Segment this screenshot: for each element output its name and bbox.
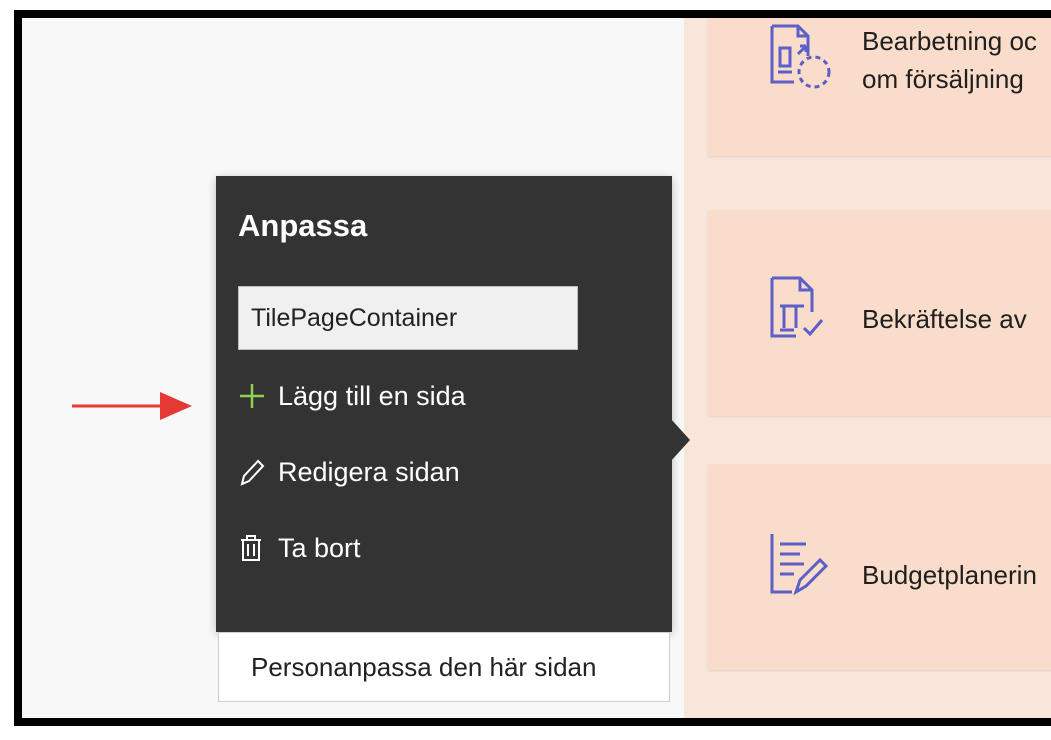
document-edit-icon [770,534,829,596]
delete-menu-item[interactable]: Ta bort [238,528,361,568]
edit-page-label: Redigera sidan [278,456,460,487]
add-page-menu-item[interactable]: Lägg till en sida [238,376,466,416]
red-arrow-annotation [72,392,192,420]
container-name-field: TilePageContainer [238,286,578,350]
document-sync-icon [770,24,831,89]
edit-page-menu-item[interactable]: Redigera sidan [238,452,460,492]
tile-sales-processing[interactable]: Bearbetning oc om försäljning [708,18,1051,156]
trash-icon [238,528,278,568]
screenshot-frame: Bearbetning oc om försäljning Bekräftels… [14,10,1051,726]
plus-icon [238,376,278,416]
tile-budget-planning[interactable]: Budgetplanerin [708,464,1051,670]
callout-title: Anpassa [238,208,368,243]
delete-label: Ta bort [278,532,361,563]
personalize-page-button[interactable]: Personanpassa den här sidan [218,632,670,702]
tile-title: Bekräftelse av [862,304,1027,334]
tile-title: Bearbetning oc om försäljning [862,26,1037,94]
tile-title: Budgetplanerin [862,560,1037,590]
add-page-label: Lägg till en sida [278,380,466,411]
tile-confirmation[interactable]: Bekräftelse av [708,210,1051,416]
document-check-icon [770,276,824,338]
pencil-icon [238,452,278,492]
callout-beak [670,418,690,462]
tile-area: Bearbetning oc om försäljning Bekräftels… [684,18,1051,718]
customize-callout: Anpassa TilePageContainer Lägg till en s… [216,176,672,632]
